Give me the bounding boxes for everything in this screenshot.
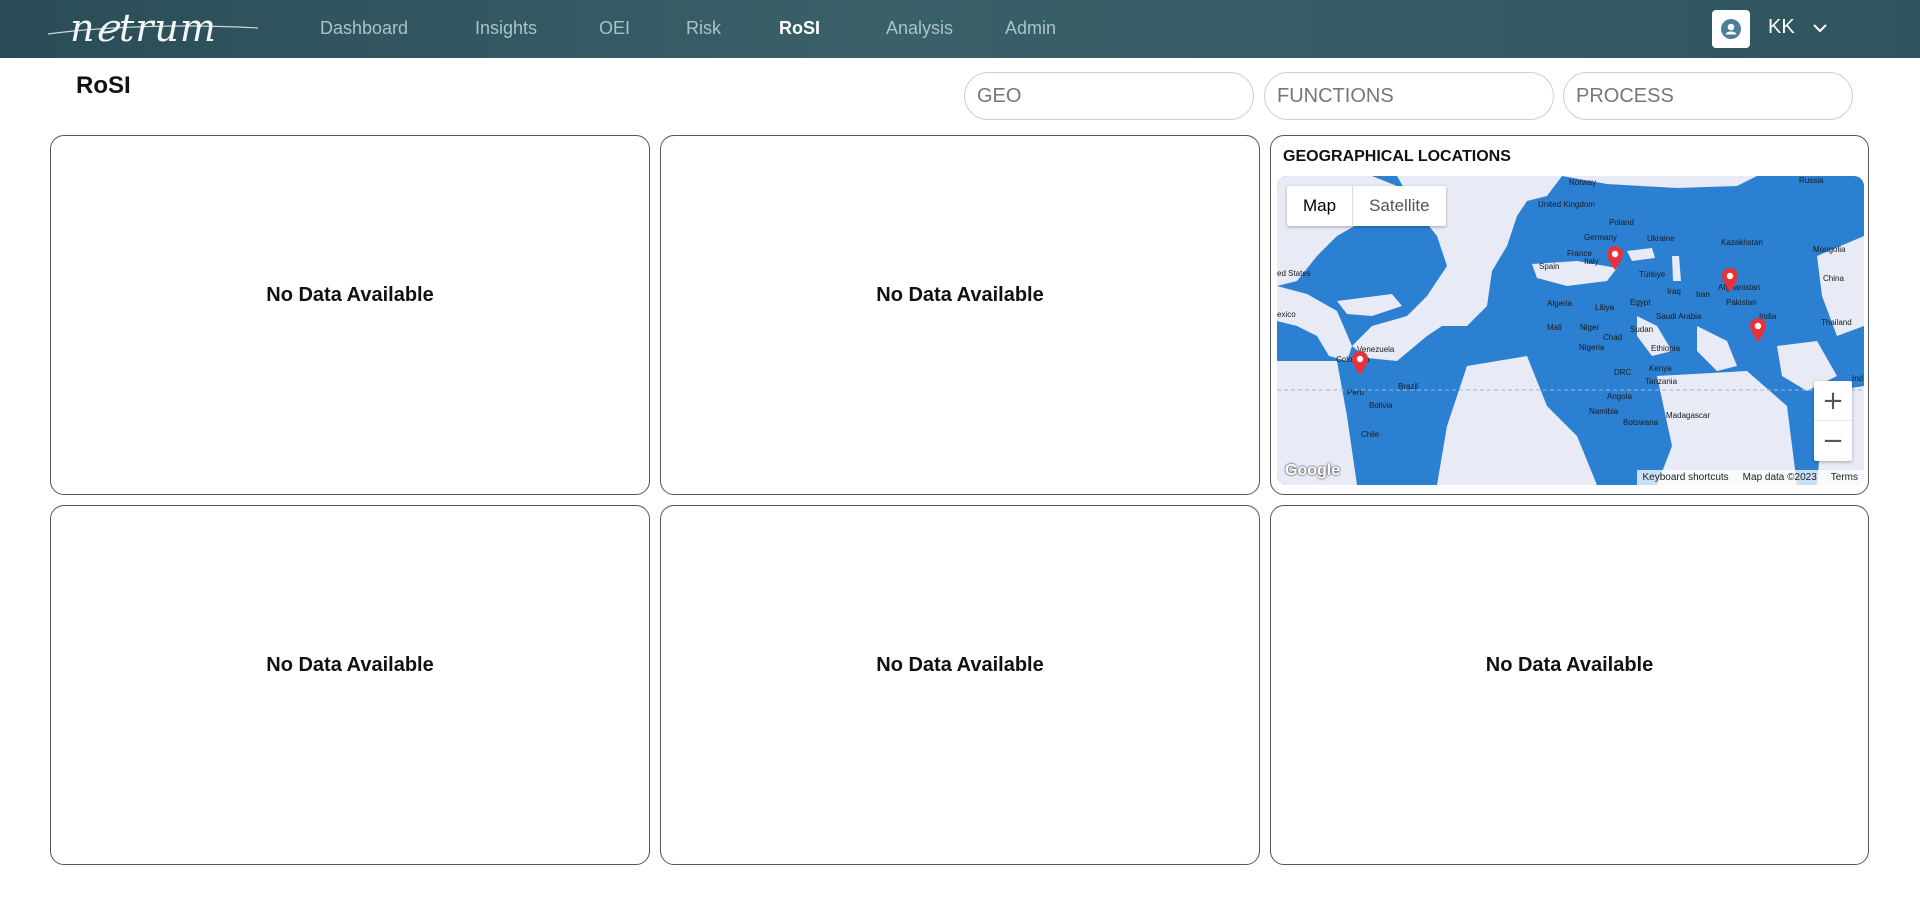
map-label-libya: Libya [1595, 303, 1615, 312]
map-label-italy: Italy [1584, 257, 1599, 266]
map-label-namibia: Namibia [1589, 407, 1619, 416]
map-label-kazakhstan: Kazakhstan [1721, 238, 1763, 247]
no-data-message: No Data Available [1485, 654, 1654, 676]
map-label-germany: Germany [1584, 233, 1617, 242]
world-map[interactable]: Norway United Kingdom Poland Germany Ukr… [1277, 176, 1864, 485]
map-label-niger: Niger [1580, 323, 1600, 332]
map-data-text: Map data ©2023 [1742, 472, 1817, 483]
logo-text: nℯtrum [70, 6, 217, 50]
nav-oei[interactable]: OEI [599, 18, 630, 39]
map-type-satellite-button[interactable]: Satellite [1353, 186, 1445, 226]
map-type-toggle: Map Satellite [1287, 186, 1446, 226]
no-data-message: No Data Available [266, 654, 434, 676]
nav-rosi[interactable]: RoSI [779, 18, 820, 39]
nav-dashboard[interactable]: Dashboard [320, 18, 408, 39]
map-label-drc: DRC [1614, 368, 1632, 377]
chart-card-5: No Data Available [660, 505, 1260, 865]
map-label-iraq: Iraq [1667, 287, 1681, 296]
map-label-chad: Chad [1603, 333, 1623, 342]
map-label-egypt: Egypt [1630, 298, 1651, 307]
map-label-ethiopia: Ethiopia [1651, 344, 1680, 353]
map-label-pakistan: Pakistan [1726, 298, 1757, 307]
map-label-saudi-arabia: Saudi Arabia [1656, 312, 1702, 321]
user-icon [1721, 19, 1741, 39]
map-label-norway: Norway [1569, 178, 1597, 187]
map-label-mongolia: Mongolia [1813, 245, 1846, 254]
process-filter[interactable]: PROCESS [1563, 72, 1853, 120]
terms-link[interactable]: Terms [1831, 472, 1858, 483]
geo-card-title: GEOGRAPHICAL LOCATIONS [1283, 148, 1511, 165]
geographical-locations-card: GEOGRAPHICAL LOCATIONS Norway United Kin… [1270, 135, 1869, 495]
keyboard-shortcuts-link[interactable]: Keyboard shortcuts [1643, 472, 1729, 483]
map-attribution: Keyboard shortcuts Map data ©2023 Terms [1636, 470, 1864, 485]
nav-insights[interactable]: Insights [475, 18, 537, 39]
map-label-iran: Iran [1696, 290, 1710, 299]
map-label-united-kingdom: United Kingdom [1538, 200, 1595, 209]
no-data-message: No Data Available [266, 284, 434, 306]
map-label-ind: Ind [1852, 374, 1864, 383]
map-label-turkiye: Türkiye [1639, 270, 1666, 279]
map-zoom-control: + − [1814, 381, 1852, 461]
map-label-mexico: exico [1277, 310, 1296, 319]
map-label-ukraine: Ukraine [1647, 234, 1675, 243]
netrum-logo[interactable]: nℯtrum [48, 4, 258, 50]
top-navigation-bar: nℯtrum Dashboard Insights OEI Risk RoSI … [0, 0, 1920, 58]
map-label-chile: Chile [1361, 430, 1380, 439]
chart-card-4: No Data Available [50, 505, 650, 865]
map-label-angola: Angola [1607, 392, 1632, 401]
map-label-russia: Russia [1799, 176, 1824, 185]
map-label-kenya: Kenya [1649, 364, 1672, 373]
user-initials[interactable]: KK [1768, 16, 1795, 39]
map-label-brazil: Brazil [1398, 382, 1419, 391]
no-data-message: No Data Available [876, 654, 1044, 676]
location-pin-icon[interactable] [1606, 245, 1624, 271]
map-label-bolivia: Bolivia [1369, 401, 1393, 410]
location-pin-icon[interactable] [1351, 350, 1369, 376]
map-label-algeria: Algeria [1547, 299, 1572, 308]
google-logo[interactable]: Google [1285, 462, 1340, 480]
map-label-madagascar: Madagascar [1666, 411, 1711, 420]
functions-filter[interactable]: FUNCTIONS [1264, 72, 1554, 120]
map-label-thailand: Thailand [1821, 318, 1852, 327]
map-type-map-button[interactable]: Map [1287, 186, 1354, 226]
map-label-poland: Poland [1609, 218, 1634, 227]
location-pin-icon[interactable] [1749, 317, 1767, 343]
chart-card-6: No Data Available [1270, 505, 1869, 865]
nav-analysis[interactable]: Analysis [886, 18, 953, 39]
map-label-china: China [1823, 274, 1844, 283]
map-label-nigeria: Nigeria [1579, 343, 1605, 352]
zoom-in-button[interactable]: + [1814, 381, 1852, 421]
map-label-tanzania: Tanzania [1645, 377, 1678, 386]
map-label-botswana: Botswana [1623, 418, 1659, 427]
chart-card-1: No Data Available [50, 135, 650, 495]
map-label-united-states: ed States [1277, 269, 1311, 278]
chevron-down-icon[interactable] [1810, 18, 1830, 38]
map-label-spain: Spain [1539, 262, 1560, 271]
zoom-out-button[interactable]: − [1814, 421, 1852, 461]
user-avatar[interactable] [1712, 10, 1750, 48]
map-label-mali: Mali [1547, 323, 1562, 332]
nav-admin[interactable]: Admin [1005, 18, 1056, 39]
page-title: RoSI [76, 72, 131, 99]
geo-filter[interactable]: GEO [964, 72, 1254, 120]
location-pin-icon[interactable] [1721, 267, 1739, 293]
no-data-message: No Data Available [876, 284, 1044, 306]
chart-card-2: No Data Available [660, 135, 1260, 495]
map-label-sudan: Sudan [1630, 325, 1654, 334]
map-label-peru: Peru [1347, 388, 1364, 397]
nav-risk[interactable]: Risk [686, 18, 721, 39]
